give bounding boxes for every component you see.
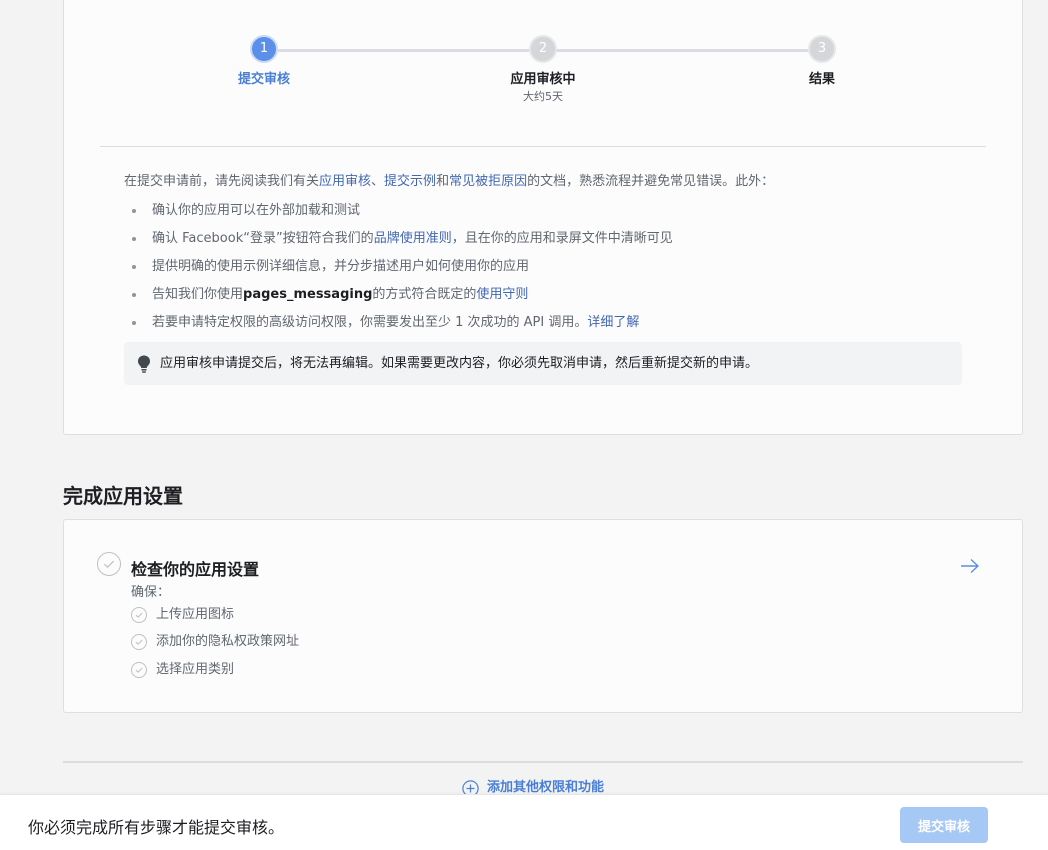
usage-policy-link[interactable]: 使用守则 (476, 287, 528, 302)
checklist-item-3-text: 提供明确的使用示例详细信息，并分步描述用户如何使用你的应用 (152, 259, 530, 274)
notice-text: 应用审核申请提交后，将无法再编辑。如果需要更改内容，你必须先取消申请，然后重新提… (160, 356, 759, 371)
footer-message: 你必须完成所有步骤才能提交审核。 (28, 818, 285, 837)
checklist-item: 提供明确的使用示例详细信息，并分步描述用户如何使用你的应用 (124, 256, 964, 284)
intro-sep-2: 和 (436, 174, 450, 189)
app-review-card: 1 提交审核 2 应用审核中 大约5天 3 结果 在提交申请前，请先阅读我们有关… (63, 0, 1023, 435)
checklist-item-2-suffix: ，且在你的应用和录屏文件中清晰可见 (451, 231, 673, 246)
add-permissions-label: 添加其他权限和功能 (487, 780, 605, 795)
settings-item-category: 选择应用类别 (131, 661, 234, 681)
step-3-circle: 3 (808, 35, 836, 63)
step-2-circle: 2 (529, 35, 557, 63)
divider (100, 146, 986, 147)
step-3-label: 结果 (808, 72, 835, 87)
notice-banner: 应用审核申请提交后，将无法再编辑。如果需要更改内容，你必须先取消申请，然后重新提… (124, 342, 962, 385)
check-circle-icon (97, 552, 121, 576)
permission-name: pages_messaging (243, 287, 373, 302)
brand-guidelines-link[interactable]: 品牌使用准则 (374, 231, 452, 246)
submit-review-button[interactable]: 提交审核 (900, 807, 988, 843)
common-rejections-link[interactable]: 常见被拒原因 (449, 174, 527, 189)
checklist-item: 告知我们你使用pages_messaging的方式符合既定的使用守则 (124, 284, 964, 312)
checklist-item: 确认你的应用可以在外部加载和测试 (124, 200, 964, 228)
checklist-item-2-prefix: 确认 Facebook“登录”按钮符合我们的 (152, 231, 374, 246)
settings-item-label: 选择应用类别 (156, 662, 235, 677)
intro-prefix: 在提交申请前，请先阅读我们有关 (124, 174, 320, 189)
review-stepper: 1 提交审核 2 应用审核中 大约5天 3 结果 (64, 35, 1024, 105)
check-circle-icon (131, 634, 147, 650)
step-2-label: 应用审核中 (510, 72, 576, 87)
step-reviewing: 2 应用审核中 大约5天 (473, 35, 613, 104)
check-circle-icon (131, 662, 147, 678)
checklist-item-4-prefix: 告知我们你使用 (152, 287, 244, 302)
lightbulb-icon (138, 355, 150, 373)
step-submit: 1 提交审核 (194, 35, 334, 87)
checklist-item: 确认 Facebook“登录”按钮符合我们的品牌使用准则，且在你的应用和录屏文件… (124, 228, 964, 256)
checklist-item: 若要申请特定权限的高级访问权限，你需要发出至少 1 次成功的 API 调用。详细… (124, 312, 964, 340)
ensure-label: 确保： (131, 585, 171, 600)
checklist-item-4-mid: 的方式符合既定的 (372, 287, 477, 302)
footer-bar: 你必须完成所有步骤才能提交审核。 提交审核 (0, 794, 1048, 850)
pre-submit-checklist: 确认你的应用可以在外部加载和测试 确认 Facebook“登录”按钮符合我们的品… (124, 200, 964, 340)
settings-item-label: 上传应用图标 (156, 607, 235, 622)
app-review-link[interactable]: 应用审核 (319, 174, 371, 189)
checklist-item-5-prefix: 若要申请特定权限的高级访问权限，你需要发出至少 1 次成功的 API 调用。 (152, 315, 588, 330)
step-1-label: 提交审核 (237, 72, 290, 87)
app-settings-card[interactable]: 检查你的应用设置 确保： 上传应用图标 添加你的隐私权政策网址 选择应用类别 (63, 519, 1023, 713)
intro-sep-1: 、 (371, 174, 385, 189)
section-divider (63, 761, 1023, 763)
step-1-circle: 1 (250, 35, 278, 63)
step-result: 3 结果 (752, 35, 892, 87)
checklist-item-1-text: 确认你的应用可以在外部加载和测试 (152, 203, 361, 218)
learn-more-link[interactable]: 详细了解 (587, 315, 639, 330)
settings-item-icon-upload: 上传应用图标 (131, 606, 234, 626)
settings-item-privacy-url: 添加你的隐私权政策网址 (131, 633, 299, 653)
intro-suffix: 的文档，熟悉流程并避免常见错误。此外： (527, 174, 775, 189)
check-circle-icon (131, 607, 147, 623)
arrow-right-icon[interactable] (960, 558, 980, 574)
step-2-sublabel: 大约5天 (523, 90, 563, 103)
settings-item-label: 添加你的隐私权政策网址 (156, 634, 300, 649)
intro-text: 在提交申请前，请先阅读我们有关应用审核、提交示例和常见被拒原因的文档，熟悉流程并… (124, 172, 964, 192)
section-title: 完成应用设置 (63, 484, 183, 508)
submission-samples-link[interactable]: 提交示例 (384, 174, 436, 189)
settings-title: 检查你的应用设置 (131, 560, 260, 579)
